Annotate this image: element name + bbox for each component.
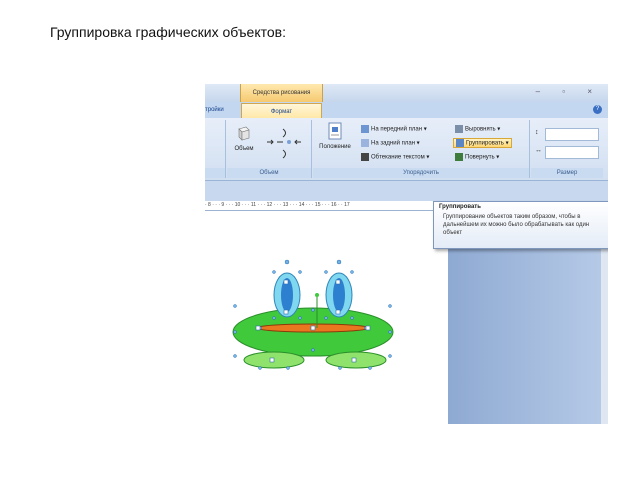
rotate-button[interactable]: Повернуть ▾	[455, 153, 499, 161]
rotate-label: Повернуть	[465, 154, 495, 161]
send-to-back-button[interactable]: На задний план ▾	[361, 139, 420, 147]
group-button[interactable]: Группировать ▾	[453, 138, 512, 148]
frog-drawing[interactable]	[230, 250, 395, 380]
window-buttons[interactable]: – ▫ ×	[536, 87, 602, 96]
align-label: Выровнять	[465, 126, 496, 133]
tilt-arrows-icon[interactable]	[263, 126, 307, 162]
cube-icon	[238, 126, 250, 141]
align-icon	[455, 125, 463, 133]
tooltip-text: Группирование объектов таким образом, чт…	[443, 214, 590, 236]
ribbon-tabs: тройки Формат ?	[205, 102, 608, 120]
bring-to-front-label: На передний план	[371, 126, 423, 133]
group-label-volume: Объем	[227, 168, 311, 178]
width-icon: ↔	[535, 147, 542, 154]
width-input[interactable]	[545, 146, 599, 159]
tooltip-title: Группировать	[439, 204, 481, 210]
height-input[interactable]	[545, 128, 599, 141]
objects-button-label: Объем	[234, 146, 254, 152]
tab-layout[interactable]: тройки	[205, 102, 235, 118]
bring-to-front-button[interactable]: На передний план ▾	[361, 125, 427, 133]
text-wrap-label: Обтекание текстом	[371, 154, 425, 161]
group-label-cut	[205, 168, 225, 178]
group-label-size: Размер	[531, 168, 603, 178]
title-bar: Средства рисования – ▫ ×	[205, 84, 608, 102]
rotate-icon	[455, 153, 463, 161]
ribbon-group-size: ↕ ↔ Размер	[531, 120, 603, 178]
group-label: Группировать	[466, 140, 504, 147]
slide-title: Группировка графических объектов:	[50, 24, 286, 40]
text-wrap-icon	[361, 153, 369, 161]
horizontal-ruler: · 8 · · · 9 · · · 10 · · · 11 · · · 12 ·…	[205, 201, 445, 211]
text-wrap-button[interactable]: Обтекание текстом ▾	[361, 153, 429, 161]
toolbar-strip	[205, 181, 608, 201]
ribbon-group-arrange: Положение На передний план ▾ На задний п…	[313, 120, 530, 178]
align-button[interactable]: Выровнять ▾	[455, 125, 500, 133]
ribbon-group-volume: Объем Объем	[227, 120, 312, 178]
position-button-label: Положение	[319, 144, 351, 150]
group-label-arrange: Упорядочить	[313, 168, 529, 178]
group-icon	[456, 139, 464, 147]
ribbon: Объем Объем Положение На передний план ▾…	[205, 118, 608, 181]
ribbon-group-cut	[205, 120, 226, 178]
objects-button[interactable]: Объем	[231, 124, 257, 152]
position-icon	[328, 122, 342, 140]
send-to-back-label: На задний план	[371, 140, 416, 147]
height-icon: ↕	[535, 129, 539, 136]
group-tooltip: Группировать Группирование объектов таки…	[433, 201, 608, 249]
bring-front-icon	[361, 125, 369, 133]
send-back-icon	[361, 139, 369, 147]
help-icon[interactable]: ?	[593, 105, 602, 114]
context-tab-drawing-tools[interactable]: Средства рисования	[240, 84, 323, 102]
position-button[interactable]: Положение	[315, 122, 355, 150]
